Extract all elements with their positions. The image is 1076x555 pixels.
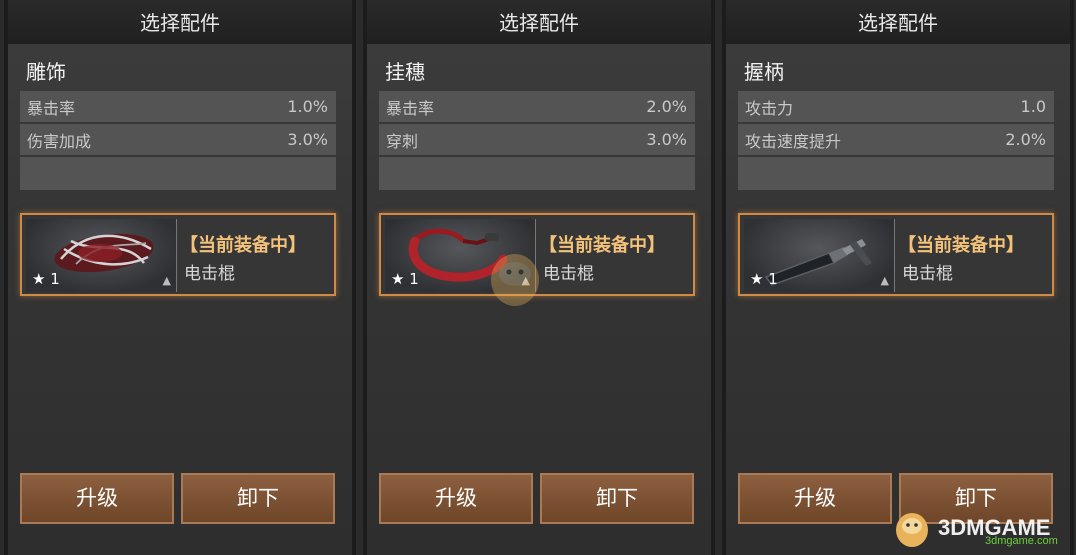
watermark-url: 3dmgame.com [985, 535, 1058, 547]
stat-row-empty [379, 157, 695, 190]
upgrade-button[interactable]: 升级 [738, 473, 892, 524]
stat-label: 暴击率 [386, 98, 435, 118]
panel-title: 选择配件 [367, 0, 711, 44]
item-thumbnail: ★ 1 ▲ [26, 219, 177, 292]
panel-title: 选择配件 [726, 0, 1070, 44]
stat-value: 3.0% [287, 130, 328, 149]
stat-value: 2.0% [646, 97, 687, 116]
accessory-panel-ornament: 选择配件 雕饰 暴击率 1.0% 伤害加成 3.0% ★ 1 ▲ 【当前装备中】… [4, 0, 356, 555]
stat-value: 2.0% [1005, 130, 1046, 149]
star-count: 1 [50, 270, 60, 288]
stat-value: 1.0% [287, 97, 328, 116]
weapon-name: 电击棍 [902, 264, 953, 284]
stat-label: 暴击率 [27, 98, 76, 118]
stat-row-empty [738, 157, 1054, 190]
stat-row: 暴击率 2.0% [379, 91, 695, 122]
equipped-status: 【当前装备中】 [898, 235, 1024, 256]
stat-value: 1.0 [1020, 97, 1046, 116]
equipped-status: 【当前装备中】 [539, 235, 665, 256]
item-thumbnail: ★ 1 ▲ [744, 219, 895, 292]
star-count: 1 [409, 270, 419, 288]
stat-row: 穿刺 3.0% [379, 124, 695, 155]
equipped-item-card[interactable]: ★ 1 ▲ 【当前装备中】 电击棍 [738, 213, 1054, 296]
accessory-panel-grip: 选择配件 握柄 攻击力 1.0 攻击速度提升 2.0% ★ 1 ▲ 【当前装备中… [722, 0, 1074, 555]
star-rating: ★ 1 [32, 270, 60, 288]
unequip-button[interactable]: 卸下 [540, 473, 694, 524]
upgrade-button[interactable]: 升级 [20, 473, 174, 524]
weapon-name: 电击棍 [543, 264, 594, 284]
weapon-name: 电击棍 [184, 264, 235, 284]
stats-list: 攻击力 1.0 攻击速度提升 2.0% [738, 91, 1054, 192]
star-rating: ★ 1 [750, 270, 778, 288]
stat-row: 攻击速度提升 2.0% [738, 124, 1054, 155]
equipped-status: 【当前装备中】 [180, 235, 306, 256]
stat-label: 伤害加成 [27, 131, 92, 151]
stat-row: 伤害加成 3.0% [20, 124, 336, 155]
slot-name: 握柄 [744, 60, 784, 84]
equipped-item-card[interactable]: ★ 1 ▲ 【当前装备中】 电击棍 [20, 213, 336, 296]
stat-row-empty [20, 157, 336, 190]
lock-icon: ▲ [880, 274, 889, 287]
unequip-button[interactable]: 卸下 [181, 473, 335, 524]
stat-label: 攻击速度提升 [745, 131, 842, 151]
stat-label: 穿刺 [386, 131, 419, 151]
stat-label: 攻击力 [745, 98, 794, 118]
slot-name: 雕饰 [26, 60, 66, 84]
stats-list: 暴击率 2.0% 穿刺 3.0% [379, 91, 695, 192]
star-rating: ★ 1 [391, 270, 419, 288]
stat-row: 攻击力 1.0 [738, 91, 1054, 122]
stat-row: 暴击率 1.0% [20, 91, 336, 122]
stat-value: 3.0% [646, 130, 687, 149]
upgrade-button[interactable]: 升级 [379, 473, 533, 524]
lock-icon: ▲ [162, 274, 171, 287]
panel-title: 选择配件 [8, 0, 352, 44]
mascot-watermark-icon [491, 254, 539, 306]
star-count: 1 [768, 270, 778, 288]
stats-list: 暴击率 1.0% 伤害加成 3.0% [20, 91, 336, 192]
slot-name: 挂穗 [385, 60, 425, 84]
